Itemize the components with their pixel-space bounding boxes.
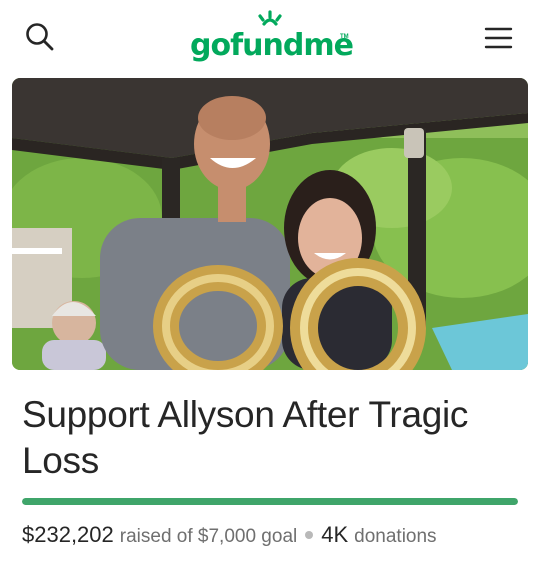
campaign-photo[interactable] [12,78,528,370]
donation-progress-bar [22,498,518,505]
campaign-title: Support Allyson After Tragic Loss [22,394,469,481]
donation-progress-fill [22,498,518,505]
hamburger-menu-icon [484,27,513,49]
gofundme-logo[interactable]: gofundme TM [190,10,354,66]
campaign-stats: $232,202 raised of $7,000 goal 4K donati… [22,522,437,552]
raised-amount: $232,202 [22,522,114,547]
search-button[interactable] [20,18,60,58]
logo-wordmark: gofundme [190,28,354,63]
separator-dot [305,531,314,539]
top-header: gofundme TM [0,0,540,74]
donation-count: 4K [321,522,349,547]
raised-goal-label: raised of $7,000 goal [119,526,298,547]
donation-label: donations [354,526,437,547]
logo-trademark: TM [340,34,349,40]
menu-button[interactable] [478,18,518,58]
search-icon [26,23,54,51]
campaign-photo-illustration [12,78,528,370]
